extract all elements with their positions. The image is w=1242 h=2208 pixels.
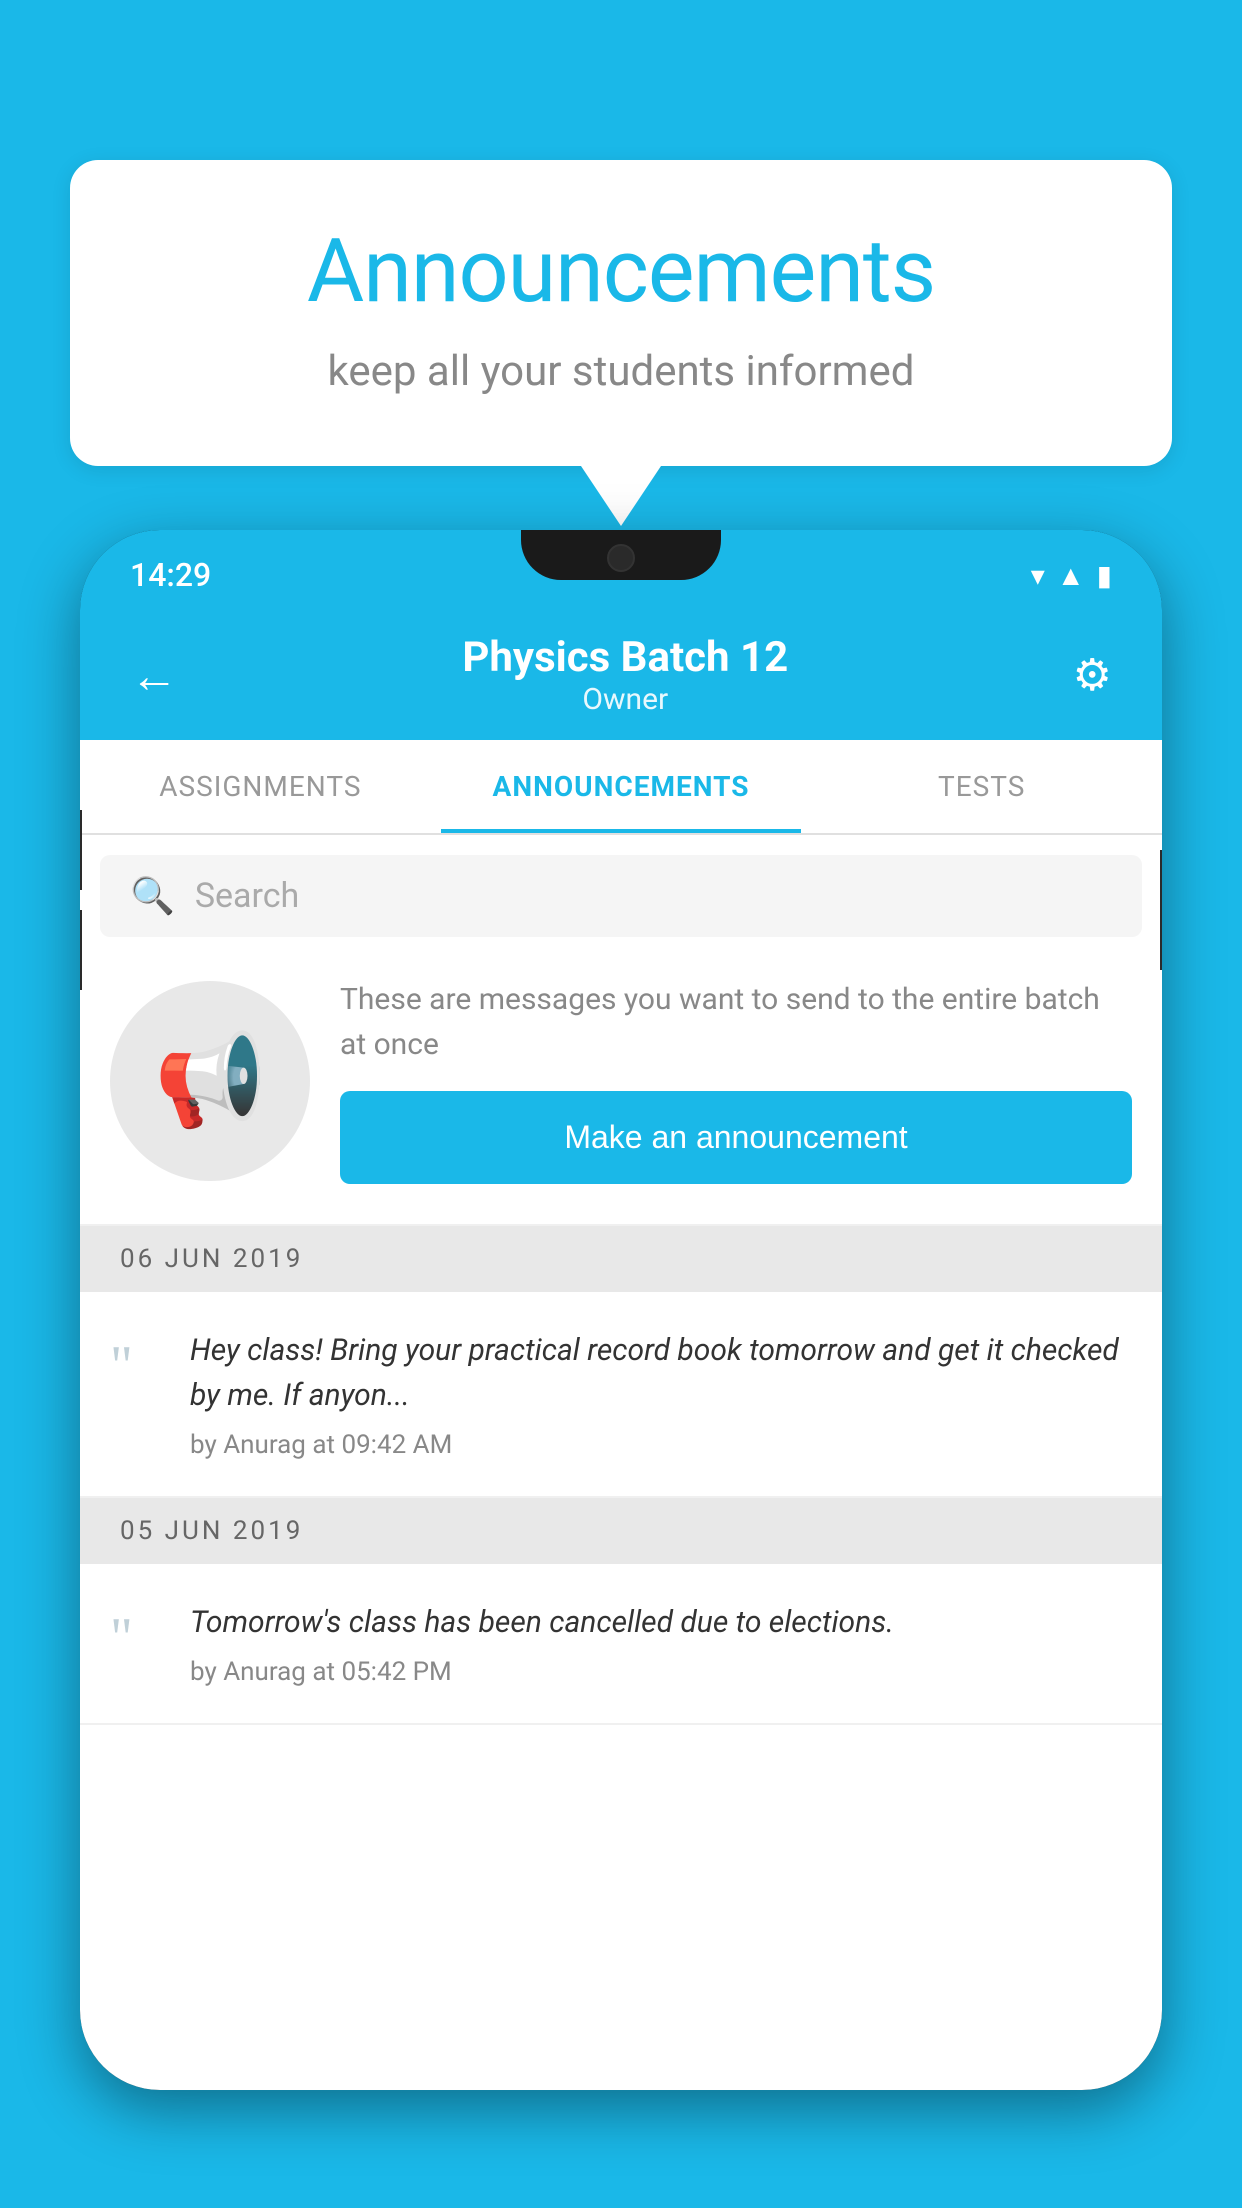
announcement-meta-1: by Anurag at 09:42 AM	[190, 1430, 1132, 1460]
quote-icon-1: "	[110, 1328, 160, 1394]
announcement-content-2: Tomorrow's class has been cancelled due …	[190, 1600, 1132, 1687]
bubble-arrow	[581, 466, 661, 526]
search-placeholder: Search	[195, 876, 299, 916]
app-bar-subtitle: Owner	[462, 682, 788, 717]
speech-bubble: Announcements keep all your students inf…	[70, 160, 1172, 466]
phone-notch	[521, 530, 721, 580]
announcement-item-1: " Hey class! Bring your practical record…	[80, 1292, 1162, 1498]
announcement-text-2: Tomorrow's class has been cancelled due …	[190, 1600, 1132, 1645]
bubble-subtitle: keep all your students informed	[150, 347, 1092, 396]
announcement-meta-2: by Anurag at 05:42 PM	[190, 1657, 1132, 1687]
date-separator-1: 06 JUN 2019	[80, 1226, 1162, 1292]
battery-icon: ▮	[1097, 559, 1112, 592]
phone-container: 14:29 ▾ ▲ ▮ ← Physics Batch 12 Owner ⚙ A…	[80, 530, 1162, 2208]
announcement-content-1: Hey class! Bring your practical record b…	[190, 1328, 1132, 1460]
volume-down-button	[80, 910, 82, 990]
announcement-promo-text: These are messages you want to send to t…	[340, 977, 1132, 1067]
announcement-promo: 📢 These are messages you want to send to…	[80, 937, 1162, 1226]
bubble-title: Announcements	[150, 220, 1092, 323]
back-button[interactable]: ←	[130, 647, 178, 704]
announcement-icon-circle: 📢	[110, 981, 310, 1181]
phone-content: ASSIGNMENTS ANNOUNCEMENTS TESTS 🔍 Search…	[80, 740, 1162, 2090]
make-announcement-button[interactable]: Make an announcement	[340, 1091, 1132, 1184]
app-bar: ← Physics Batch 12 Owner ⚙	[80, 610, 1162, 740]
tab-announcements[interactable]: ANNOUNCEMENTS	[441, 740, 802, 833]
status-icons: ▾ ▲ ▮	[1031, 559, 1112, 592]
announcement-item-2: " Tomorrow's class has been cancelled du…	[80, 1564, 1162, 1725]
tabs-container: ASSIGNMENTS ANNOUNCEMENTS TESTS	[80, 740, 1162, 835]
announcement-text-1: Hey class! Bring your practical record b…	[190, 1328, 1132, 1418]
status-time: 14:29	[130, 556, 211, 594]
search-icon: 🔍	[130, 875, 175, 917]
search-bar[interactable]: 🔍 Search	[100, 855, 1142, 937]
power-button	[1160, 850, 1162, 970]
signal-icon: ▲	[1057, 559, 1085, 592]
app-bar-title: Physics Batch 12	[462, 633, 788, 682]
speech-bubble-section: Announcements keep all your students inf…	[70, 160, 1172, 526]
quote-icon-2: "	[110, 1600, 160, 1666]
app-bar-title-container: Physics Batch 12 Owner	[462, 633, 788, 717]
settings-icon[interactable]: ⚙	[1073, 649, 1112, 701]
date-separator-2: 05 JUN 2019	[80, 1498, 1162, 1564]
front-camera	[607, 544, 635, 572]
tab-assignments[interactable]: ASSIGNMENTS	[80, 740, 441, 833]
announcement-promo-right: These are messages you want to send to t…	[340, 977, 1132, 1184]
tab-tests[interactable]: TESTS	[801, 740, 1162, 833]
megaphone-icon: 📢	[154, 1028, 266, 1133]
phone-frame: 14:29 ▾ ▲ ▮ ← Physics Batch 12 Owner ⚙ A…	[80, 530, 1162, 2090]
wifi-icon: ▾	[1031, 559, 1045, 592]
